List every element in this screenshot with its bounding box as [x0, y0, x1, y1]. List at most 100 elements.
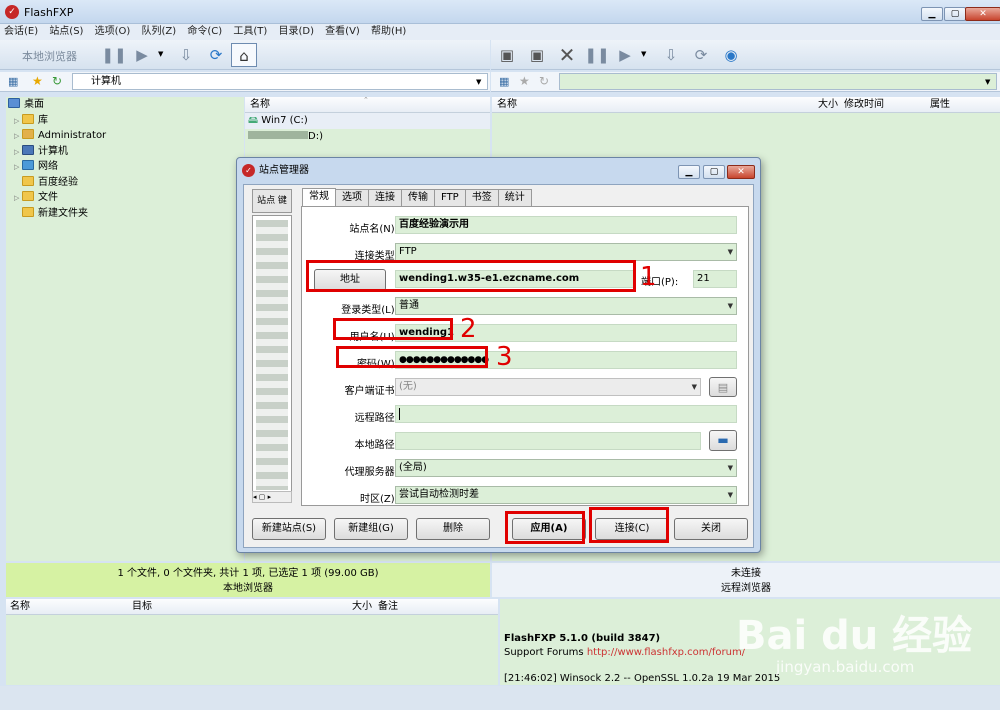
- tab-general[interactable]: 常规: [302, 188, 336, 207]
- right-status-bar: 未连接 远程浏览器: [492, 563, 1000, 597]
- client-cert-select[interactable]: (无): [395, 378, 701, 396]
- connection-type-select[interactable]: FTP: [395, 243, 737, 261]
- menu-help[interactable]: 帮助(H): [367, 24, 410, 39]
- favorites-star-icon[interactable]: ★: [32, 74, 43, 88]
- queue-col-target[interactable]: 目标: [132, 599, 152, 614]
- right-status-label: 远程浏览器: [721, 583, 771, 594]
- connect-icon[interactable]: ▣: [494, 43, 520, 67]
- queue-header: 名称 目标 大小 备注: [6, 599, 498, 615]
- col-name-header[interactable]: 名称: [497, 97, 517, 112]
- menu-view[interactable]: 查看(V): [321, 24, 364, 39]
- remote-path-field[interactable]: [395, 405, 737, 423]
- transfer-icon[interactable]: ⇩: [173, 43, 199, 67]
- home-icon[interactable]: ⌂: [231, 43, 257, 67]
- dropdown-arrow-icon[interactable]: ▼: [641, 50, 646, 58]
- port-field[interactable]: 21: [693, 270, 737, 288]
- col-attr-header[interactable]: 属性: [930, 97, 950, 112]
- list-item[interactable]: 🖴 Win7 (C:): [245, 113, 490, 129]
- left-status-summary: 1 个文件, 0 个文件夹, 共计 1 项, 已选定 1 项 (99.00 GB…: [117, 568, 379, 579]
- pause-icon[interactable]: ❚❚: [584, 43, 610, 67]
- menu-sites[interactable]: 站点(S): [45, 24, 87, 39]
- up-folder-icon[interactable]: ↻: [539, 74, 549, 88]
- site-tree[interactable]: [252, 215, 292, 503]
- view-icon[interactable]: ▦: [8, 75, 18, 88]
- menu-session[interactable]: 会话(E): [0, 24, 42, 39]
- tab-bookmarks[interactable]: 书签: [464, 189, 499, 206]
- maximize-button[interactable]: ▢: [944, 7, 966, 21]
- refresh-icon[interactable]: ⟳: [688, 43, 714, 67]
- delete-button[interactable]: 删除: [416, 518, 490, 540]
- timezone-select[interactable]: 尝试自动检测时差: [395, 486, 737, 504]
- minimize-button[interactable]: ▁: [921, 7, 943, 21]
- queue-col-name[interactable]: 名称: [10, 599, 30, 614]
- right-address-bar: ▦ ★ ↻ ▼: [491, 72, 1000, 92]
- disconnect-icon[interactable]: ▣: [524, 43, 550, 67]
- left-status-bar: 1 个文件, 0 个文件夹, 共计 1 项, 已选定 1 项 (99.00 GB…: [6, 563, 490, 597]
- cert-browse-icon[interactable]: ▤: [709, 377, 737, 397]
- tree-item-files[interactable]: ▷ 文件: [6, 190, 244, 206]
- menu-queue[interactable]: 队列(Z): [138, 24, 181, 39]
- right-path-input[interactable]: [559, 73, 997, 90]
- tab-ftp[interactable]: FTP: [434, 189, 466, 206]
- tab-statistics[interactable]: 统计: [497, 189, 532, 206]
- view-icon[interactable]: ▦: [499, 75, 509, 88]
- play-icon[interactable]: ▶: [612, 43, 638, 67]
- site-list-scrollbar[interactable]: ◂ ▢ ▸: [252, 491, 292, 503]
- local-browser-mode-label[interactable]: 本地浏览器: [22, 48, 77, 64]
- new-group-button[interactable]: 新建组(G): [334, 518, 408, 540]
- tree-item-computer[interactable]: ▷ 计算机: [6, 144, 244, 160]
- close-window-button[interactable]: ✕: [965, 7, 1000, 21]
- transfer-queue[interactable]: 名称 目标 大小 备注: [6, 599, 498, 685]
- tree-item-desktop[interactable]: 桌面: [6, 97, 244, 113]
- proxy-select[interactable]: (全局): [395, 459, 737, 477]
- favorites-star-icon[interactable]: ★: [519, 74, 530, 88]
- tab-transfer[interactable]: 传输: [401, 189, 435, 206]
- list-item[interactable]: D:): [245, 129, 490, 145]
- menu-options[interactable]: 选项(O): [91, 24, 135, 39]
- flashfxp-logo-icon: ✓: [5, 5, 19, 19]
- close-button[interactable]: 关闭: [674, 518, 748, 540]
- login-type-select[interactable]: 普通: [395, 297, 737, 315]
- dialog-minimize-button[interactable]: ▁: [678, 165, 700, 179]
- col-modified-header[interactable]: 修改时间: [844, 97, 884, 112]
- chevron-down-icon[interactable]: ▼: [476, 78, 481, 86]
- col-size-header[interactable]: 大小: [818, 97, 838, 112]
- dialog-close-button[interactable]: ✕: [727, 165, 755, 179]
- tree-item-library[interactable]: ▷ 库: [6, 113, 244, 129]
- annotation-box-username: [333, 318, 453, 340]
- pause-icon[interactable]: ❚❚: [101, 43, 127, 67]
- transfer-icon[interactable]: ⇩: [658, 43, 684, 67]
- globe-icon[interactable]: ◉: [718, 43, 744, 67]
- chevron-down-icon[interactable]: ▼: [985, 78, 990, 86]
- support-forums-link[interactable]: http://www.flashfxp.com/forum/: [587, 647, 745, 658]
- tab-options[interactable]: 选项: [335, 189, 369, 206]
- dropdown-arrow-icon[interactable]: ▼: [158, 50, 163, 58]
- dialog-maximize-button[interactable]: ▢: [703, 165, 725, 179]
- folder-tree[interactable]: 桌面 ▷ 库 ▷ Administrator ▷ 计算机 ▷ 网络 百度经验 ▷ 文件 新…: [6, 97, 244, 561]
- tree-item-network[interactable]: ▷ 网络: [6, 159, 244, 175]
- queue-col-note[interactable]: 备注: [378, 599, 398, 614]
- tree-item-new-folder[interactable]: 新建文件夹: [6, 206, 244, 222]
- watermark-url: jingyan.baidu.com: [776, 658, 915, 676]
- menu-directory[interactable]: 目录(D): [274, 24, 318, 39]
- tree-item-administrator[interactable]: ▷ Administrator: [6, 128, 244, 144]
- new-site-button[interactable]: 新建站点(S): [252, 518, 326, 540]
- annotation-box-password: [336, 346, 488, 368]
- queue-col-size[interactable]: 大小: [352, 599, 372, 614]
- menu-tools[interactable]: 工具(T): [229, 24, 271, 39]
- col-name-header[interactable]: 名称: [250, 99, 270, 110]
- annotation-number-3: 3: [496, 342, 513, 372]
- menu-commands[interactable]: 命令(C): [183, 24, 226, 39]
- local-path-field[interactable]: [395, 432, 701, 450]
- left-path-input[interactable]: 计算机: [72, 73, 488, 90]
- play-icon[interactable]: ▶: [129, 43, 155, 67]
- folder-browse-icon[interactable]: ▬: [709, 430, 737, 451]
- app-title: FlashFXP: [24, 6, 74, 19]
- site-list-tab[interactable]: 站点 键: [252, 189, 292, 213]
- tree-item-baidu-jingyan[interactable]: 百度经验: [6, 175, 244, 191]
- site-name-field[interactable]: 百度经验演示用: [395, 216, 737, 234]
- tab-connection[interactable]: 连接: [368, 189, 402, 206]
- abort-icon[interactable]: ✕: [554, 43, 580, 67]
- refresh-icon[interactable]: ⟳: [203, 43, 229, 67]
- up-folder-icon[interactable]: ↻: [52, 74, 62, 88]
